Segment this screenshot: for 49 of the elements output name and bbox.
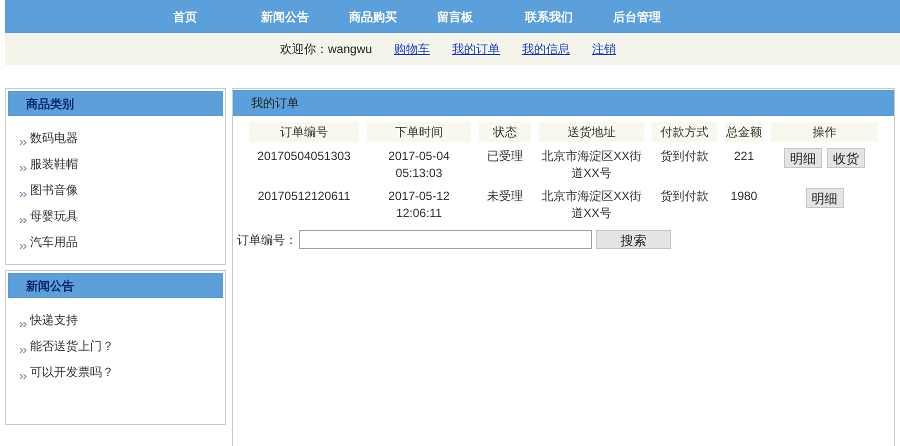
bullet-icon [20, 166, 27, 170]
table-cell-text: 20170504051303 [256, 148, 352, 165]
order-number-field[interactable] [299, 230, 592, 249]
bullet-icon [20, 322, 27, 326]
panel-title: 我的订单 [233, 90, 894, 116]
table-cell-text: 221 [732, 148, 756, 165]
table-cell-text: 20170512120611 [256, 188, 352, 205]
action-button[interactable]: 明细 [784, 148, 822, 168]
sidebar-link[interactable]: 快递支持 [30, 312, 78, 328]
sidebar-link[interactable]: 可以开发票吗？ [30, 364, 114, 380]
user-link[interactable]: 购物车 [394, 40, 430, 58]
search-button[interactable]: 搜索 [596, 230, 671, 249]
sidebar-link[interactable]: 汽车用品 [30, 234, 78, 250]
bullet-icon [20, 374, 27, 378]
table-cell-text: 货到付款 [660, 148, 710, 165]
bullet-icon [20, 192, 27, 196]
user-link[interactable]: 注销 [592, 40, 616, 58]
table-cell-text: 北京市海淀区XX街道XX号 [540, 188, 642, 222]
welcome-text: 欢迎你：wangwu [280, 41, 372, 58]
column-header: 总金额 [725, 122, 763, 142]
bullet-icon [20, 140, 27, 144]
table-cell-text: 未受理 [486, 188, 524, 205]
sidebar-link[interactable]: 服装鞋帽 [30, 156, 78, 172]
sidebar-link[interactable]: 图书音像 [30, 182, 78, 198]
sidebar-link[interactable]: 能否送货上门？ [30, 338, 114, 354]
action-button[interactable]: 收货 [827, 148, 865, 168]
table-cell-text: 北京市海淀区XX街道XX号 [540, 148, 642, 182]
column-header: 送货地址 [539, 122, 644, 142]
panel-title: 商品类别 [8, 91, 223, 116]
sidebar-link[interactable]: 母婴玩具 [30, 208, 78, 224]
table-cell-text: 1980 [730, 188, 758, 205]
column-header: 下单时间 [367, 122, 471, 142]
table-cell-text: 2017-05-04 05:13:03 [387, 148, 451, 182]
bullet-icon [20, 244, 27, 248]
column-header: 订单编号 [249, 122, 359, 142]
table-cell-text: 货到付款 [660, 188, 710, 205]
search-label: 订单编号： [237, 232, 297, 248]
bullet-icon [20, 348, 27, 352]
user-link[interactable]: 我的信息 [522, 40, 570, 58]
table-cell-text: 2017-05-12 12:06:11 [387, 188, 451, 222]
column-header: 状态 [479, 122, 531, 142]
action-button[interactable]: 明细 [806, 188, 844, 208]
panel-title: 新闻公告 [8, 273, 223, 298]
column-header: 付款方式 [652, 122, 717, 142]
table-cell-text: 已受理 [486, 148, 524, 165]
sidebar-link[interactable]: 数码电器 [30, 130, 78, 146]
bullet-icon [20, 218, 27, 222]
user-link[interactable]: 我的订单 [452, 40, 500, 58]
column-header: 操作 [771, 122, 878, 142]
